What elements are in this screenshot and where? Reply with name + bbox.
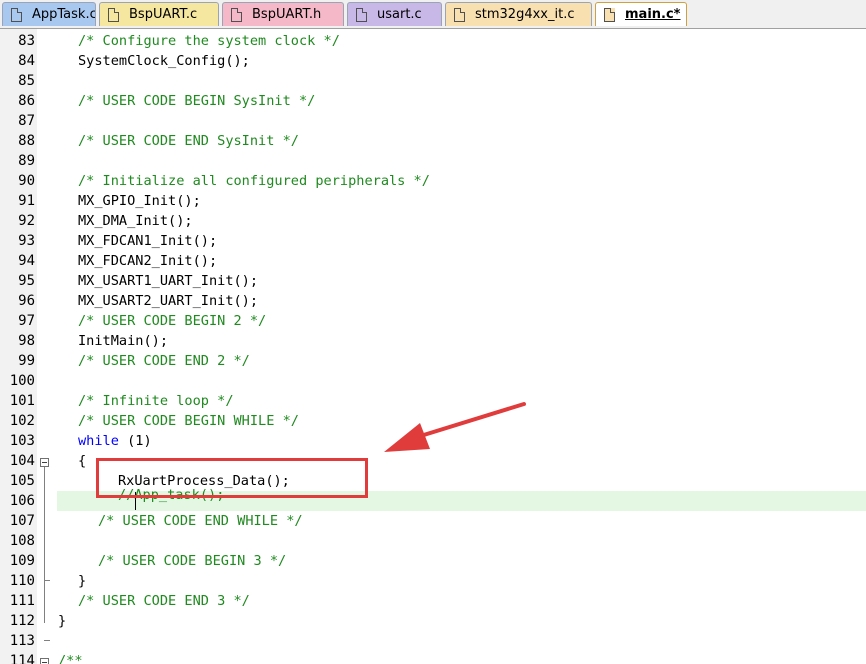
annotation-arrow-icon (384, 402, 526, 452)
